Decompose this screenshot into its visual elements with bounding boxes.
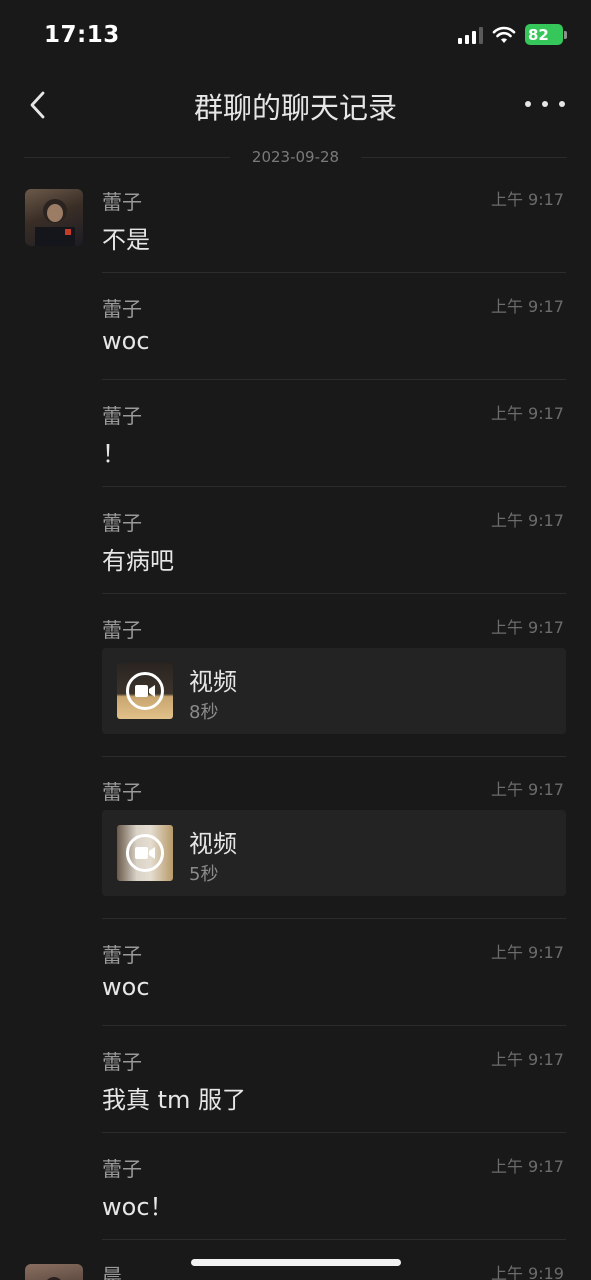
chat-message[interactable]: 蕾子 上午 9:17 woc [102, 939, 566, 1026]
message-text: ！ [102, 440, 126, 468]
page-title: 群聊的聊天记录 [193, 91, 397, 125]
chat-message: 蕾子 上午 9:17 视频 8秒 [102, 614, 566, 757]
sender-name: 蕾子 [102, 780, 142, 804]
divider [102, 918, 566, 919]
cellular-signal-icon [458, 26, 483, 44]
avatar-image [46, 1277, 62, 1280]
video-duration: 8秒 [189, 702, 219, 723]
date-separator: 2023-09-28 [24, 146, 567, 168]
video-thumbnail [117, 825, 173, 881]
video-duration: 5秒 [189, 864, 219, 885]
message-time: 上午 9:17 [490, 297, 564, 316]
sender-name: 蕾子 [102, 404, 142, 428]
video-card[interactable]: 视频 5秒 [102, 810, 566, 896]
home-indicator[interactable] [191, 1259, 401, 1266]
avatar-image [35, 199, 75, 246]
divider [102, 486, 566, 487]
more-button[interactable] [525, 90, 565, 118]
chat-message[interactable]: 蕾子 上午 9:17 woc [102, 293, 566, 380]
chat-message[interactable]: 蕾子 上午 9:17 woc！ [102, 1153, 566, 1240]
avatar[interactable] [25, 1264, 83, 1280]
divider [102, 272, 566, 273]
sender-name: 晨 [102, 1264, 122, 1280]
battery-level: 82 [525, 24, 563, 45]
video-camera-icon [126, 672, 164, 710]
divider [102, 379, 566, 380]
sender-name: 蕾子 [102, 1157, 142, 1181]
message-text: woc [102, 973, 150, 1001]
message-time: 上午 9:17 [490, 780, 564, 799]
status-icons: 82 [458, 24, 567, 45]
more-dots-icon [525, 101, 531, 107]
more-dot [559, 101, 565, 107]
message-text: 我真 tm 服了 [102, 1086, 247, 1114]
nav-bar: 群聊的聊天记录 [0, 72, 591, 138]
battery-tip [564, 30, 567, 39]
message-time: 上午 9:17 [490, 943, 564, 962]
divider [102, 1132, 566, 1133]
video-thumbnail [117, 663, 173, 719]
date-label: 2023-09-28 [251, 148, 340, 166]
chat-message[interactable]: 蕾子 上午 9:17 ！ [102, 400, 566, 487]
sender-name: 蕾子 [102, 618, 142, 642]
sender-name: 蕾子 [102, 943, 142, 967]
status-bar: 17:13 82 [0, 0, 591, 72]
divider [102, 1025, 566, 1026]
message-time: 上午 9:19 [490, 1264, 564, 1280]
message-text: 有病吧 [102, 547, 174, 575]
video-title: 视频 [189, 668, 237, 696]
message-time: 上午 9:17 [490, 190, 564, 209]
divider [102, 593, 566, 594]
message-time: 上午 9:17 [490, 1050, 564, 1069]
chat-message[interactable]: 蕾子 上午 9:17 我真 tm 服了 [102, 1046, 566, 1133]
message-text: 不是 [102, 226, 150, 254]
message-time: 上午 9:17 [490, 1157, 564, 1176]
divider [361, 156, 567, 158]
video-card[interactable]: 视频 8秒 [102, 648, 566, 734]
video-camera-icon [126, 834, 164, 872]
message-time: 上午 9:17 [490, 511, 564, 530]
divider [102, 1239, 566, 1240]
sender-name: 蕾子 [102, 190, 142, 214]
message-text: woc！ [102, 1193, 174, 1221]
message-time: 上午 9:17 [490, 404, 564, 423]
avatar[interactable] [25, 189, 83, 246]
video-title: 视频 [189, 830, 237, 858]
divider [102, 756, 566, 757]
divider [24, 156, 230, 158]
chat-message[interactable]: 蕾子 上午 9:17 有病吧 [102, 507, 566, 594]
message-text: woc [102, 327, 150, 355]
chat-message: 蕾子 上午 9:17 视频 5秒 [102, 776, 566, 919]
chat-message[interactable]: 蕾子 上午 9:17 不是 [102, 186, 566, 273]
message-time: 上午 9:17 [490, 618, 564, 637]
battery-icon: 82 [525, 24, 567, 45]
wifi-icon [492, 26, 516, 43]
status-time: 17:13 [44, 22, 120, 48]
sender-name: 蕾子 [102, 1050, 142, 1074]
sender-name: 蕾子 [102, 297, 142, 321]
sender-name: 蕾子 [102, 511, 142, 535]
more-dot [542, 101, 548, 107]
